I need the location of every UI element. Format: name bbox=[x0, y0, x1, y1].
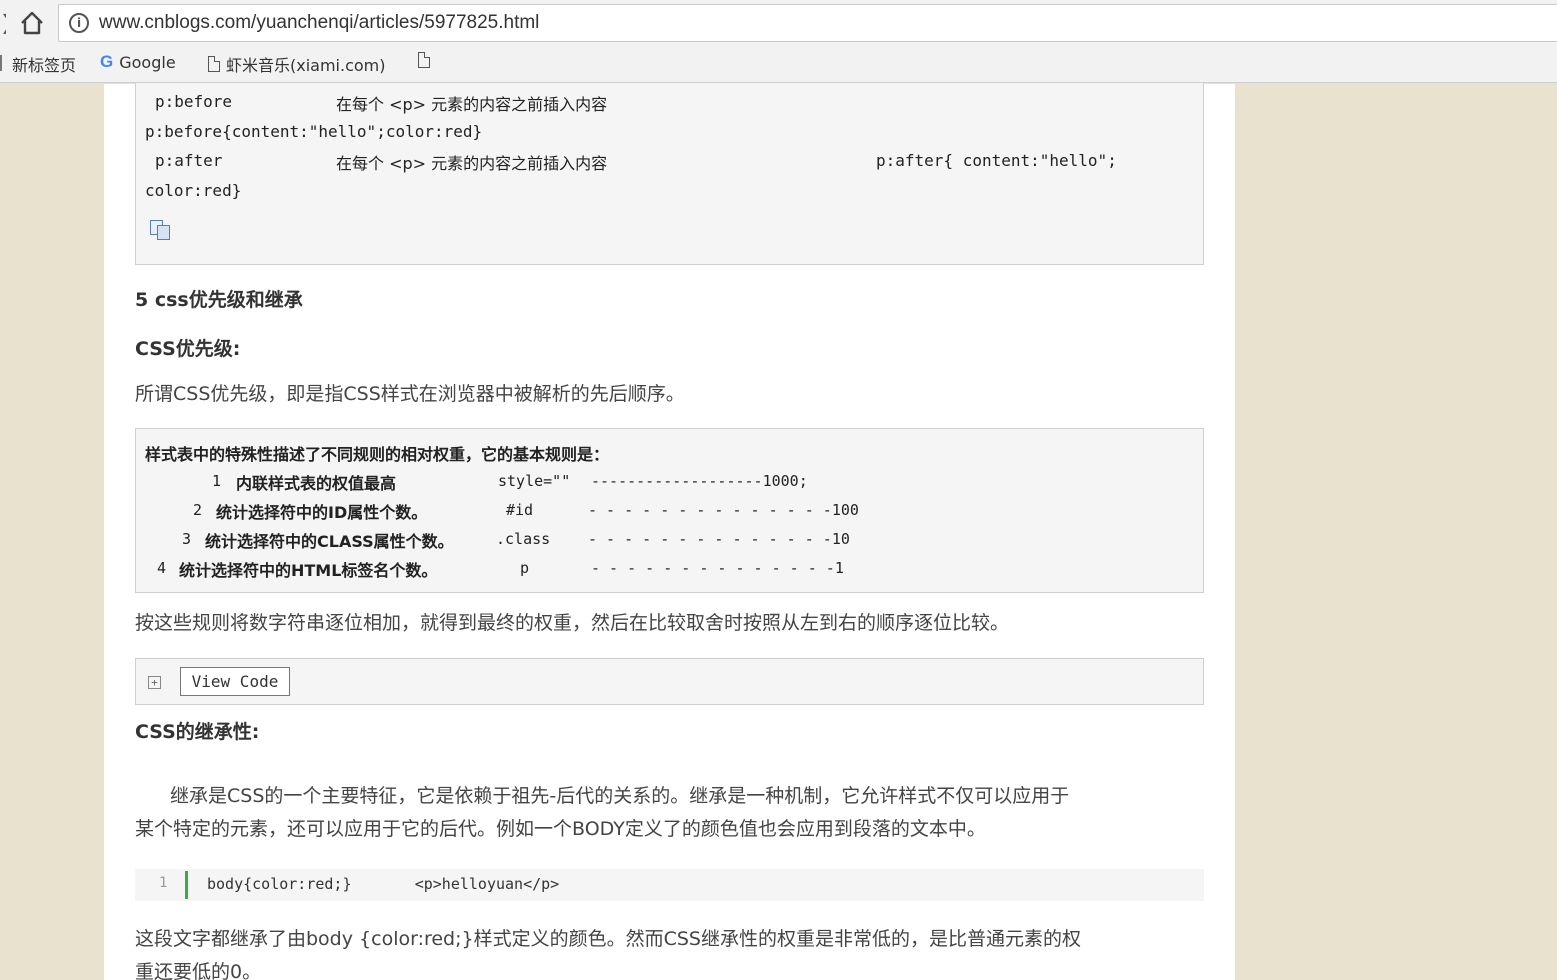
rule-num: 4 bbox=[157, 559, 167, 577]
rule-weight: -------------------1000; bbox=[591, 472, 808, 490]
view-code-button[interactable]: View Code bbox=[180, 667, 290, 696]
code-text: p:after bbox=[155, 151, 223, 170]
url-text: www.cnblogs.com/yuanchenqi/articles/5977… bbox=[99, 12, 540, 33]
bookmark-new-tab[interactable]: 新标签页 bbox=[12, 52, 76, 76]
rule-selector: #id bbox=[506, 501, 534, 519]
snippet-gutter bbox=[185, 871, 188, 899]
paragraph-line: 这段文字都继承了由body {color:red;}样式定义的颜色。然而CSS继… bbox=[135, 928, 1081, 950]
code-text: color:red} bbox=[145, 181, 242, 200]
code-block-rules: 样式表中的特殊性描述了不同规则的相对权重，它的基本规则是： 1 内联样式表的权值… bbox=[135, 428, 1204, 593]
paragraph-line: 某个特定的元素，还可以应用于它的后代。例如一个BODY定义了的颜色值也会应用到段… bbox=[135, 818, 986, 840]
browser-chrome: ❯ i www.cnblogs.com/yuanchenqi/articles/… bbox=[0, 0, 1557, 83]
info-icon[interactable]: i bbox=[69, 13, 89, 33]
rules-intro: 样式表中的特殊性描述了不同规则的相对权重，它的基本规则是： bbox=[145, 445, 610, 464]
expand-icon[interactable]: + bbox=[148, 676, 161, 689]
rule-selector: p bbox=[520, 559, 530, 577]
google-icon: G bbox=[100, 52, 114, 71]
code-snippet: 1 body{color:red;} <p>helloyuan</p> bbox=[135, 869, 1204, 901]
bookmarks-bar: 新标签页 G Google 虾米音乐(xiami.com) bbox=[0, 48, 1557, 78]
bookmark-xiami[interactable]: 虾米音乐(xiami.com) bbox=[208, 52, 386, 76]
code-block-pseudo: p:before 在每个 <p> 元素的内容之前插入内容 p:before{co… bbox=[135, 82, 1204, 265]
paragraph-line: 继承是CSS的一个主要特征，它是依赖于祖先-后代的关系的。继承是一种机制，它允许… bbox=[170, 785, 1070, 807]
code-text: p:before{content:"hello";color:red} bbox=[145, 122, 483, 141]
section-heading: 5 css优先级和继承 bbox=[135, 289, 303, 311]
code-text: p:after{ content:"hello"; bbox=[876, 151, 1117, 170]
rule-desc: 统计选择符中的CLASS属性个数。 bbox=[205, 532, 454, 551]
rule-weight: - - - - - - - - - - - - - -10 bbox=[588, 530, 850, 548]
copy-code-icon[interactable] bbox=[148, 219, 172, 241]
paragraph: 所谓CSS优先级，即是指CSS样式在浏览器中被解析的先后顺序。 bbox=[135, 383, 685, 405]
rule-desc: 统计选择符中的ID属性个数。 bbox=[216, 503, 428, 522]
paragraph: 按这些规则将数字符串逐位相加，就得到最终的权重，然后在比较取舍时按照从左到右的顺… bbox=[135, 612, 1010, 634]
code-desc: 在每个 <p> 元素的内容之前插入内容 bbox=[336, 154, 608, 173]
rule-num: 2 bbox=[193, 501, 203, 519]
subheading-priority: CSS优先级: bbox=[135, 338, 241, 360]
rule-desc: 统计选择符中的HTML标签名个数。 bbox=[179, 561, 438, 580]
rule-weight: - - - - - - - - - - - - - -100 bbox=[588, 501, 859, 519]
rule-selector: style="" bbox=[498, 472, 571, 490]
bookmark-label: 新标签页 bbox=[12, 56, 77, 75]
page-icon bbox=[208, 56, 220, 72]
line-number: 1 bbox=[159, 875, 168, 891]
article-page: p:before 在每个 <p> 元素的内容之前插入内容 p:before{co… bbox=[104, 82, 1235, 980]
apps-icon[interactable] bbox=[0, 55, 2, 71]
forward-arrow-icon[interactable]: ❯ bbox=[0, 10, 6, 34]
snippet-code: body{color:red;} <p>helloyuan</p> bbox=[207, 875, 560, 893]
page-icon bbox=[418, 52, 430, 68]
code-text: p:before bbox=[155, 92, 233, 111]
rule-num: 1 bbox=[212, 472, 222, 490]
rule-desc: 内联样式表的权值最高 bbox=[236, 474, 397, 493]
rule-num: 3 bbox=[182, 530, 192, 548]
bookmark-label: Google bbox=[119, 52, 176, 72]
bookmark-blank[interactable] bbox=[418, 52, 430, 68]
paragraph-line: 重还要低的0。 bbox=[135, 961, 262, 980]
bookmark-google[interactable]: G Google bbox=[100, 52, 176, 72]
subheading-inheritance: CSS的继承性: bbox=[135, 721, 260, 743]
code-block-collapsed: + View Code bbox=[135, 658, 1204, 705]
bookmark-label: 虾米音乐(xiami.com) bbox=[226, 56, 386, 75]
home-icon[interactable] bbox=[16, 8, 48, 38]
address-bar[interactable]: i www.cnblogs.com/yuanchenqi/articles/59… bbox=[58, 4, 1557, 42]
rule-selector: .class bbox=[496, 530, 551, 548]
code-desc: 在每个 <p> 元素的内容之前插入内容 bbox=[336, 95, 608, 114]
rule-weight: - - - - - - - - - - - - - -1 bbox=[591, 559, 844, 577]
